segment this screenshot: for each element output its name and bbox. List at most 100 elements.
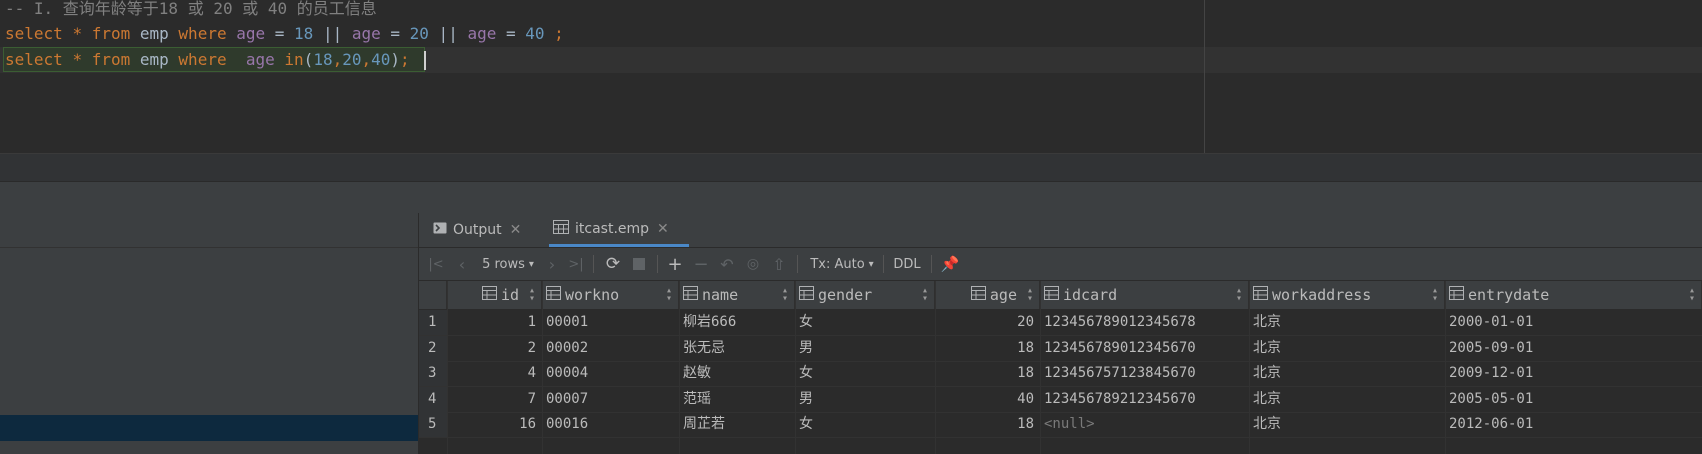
cell-id[interactable]: 4 [447,361,536,386]
sort-icon[interactable]: ▴ ▾ [1236,286,1242,304]
cell-id[interactable]: 16 [447,412,536,437]
sort-icon[interactable]: ▴ ▾ [1432,286,1438,304]
sort-icon[interactable]: ▴ ▾ [529,286,535,304]
add-row-icon[interactable]: + [663,248,687,280]
cell-workno[interactable]: 00001 [546,310,675,335]
ddl-button[interactable]: DDL [889,248,925,280]
sql-editor[interactable]: -- I. 查询年龄等于18 或 20 或 40 的员工信息 select * … [0,0,1702,153]
cell-id[interactable]: 1 [447,310,536,335]
cell-gender[interactable]: 女 [799,310,931,335]
row-number[interactable]: 4 [419,386,447,412]
cell-name[interactable]: 赵敏 [683,361,791,386]
row-number[interactable]: 3 [419,361,447,386]
cell-idcard[interactable]: <null> [1044,412,1245,437]
previous-page-icon[interactable]: ‹ [451,248,473,280]
grid-corner [419,281,447,309]
services-tree-panel[interactable] [0,213,419,454]
cell-workaddress[interactable]: 北京 [1253,387,1441,412]
cell-idcard[interactable]: 123456757123845670 [1044,361,1245,386]
cell-workno[interactable]: 00007 [546,387,675,412]
code-line-1[interactable]: select * from emp where age = 18 || age … [5,21,564,47]
sort-icon[interactable]: ▴ ▾ [666,286,672,304]
cell-gender[interactable]: 女 [799,412,931,437]
preview-changes-icon[interactable]: ◎ [741,248,765,280]
column-header-idcard[interactable]: idcard ▴ ▾ [1040,281,1249,309]
sort-icon[interactable]: ▴ ▾ [922,286,928,304]
revert-icon[interactable]: ↶ [715,248,739,280]
column-header-id[interactable]: id ▴ ▾ [447,281,542,309]
cell-gender[interactable]: 男 [799,387,931,412]
cell-entrydate[interactable]: 2005-05-01 [1449,387,1698,412]
code-token: 18 [313,50,333,69]
page-size-dropdown[interactable]: 5 rows ▾ [475,248,541,280]
column-header-gender[interactable]: gender ▴ ▾ [795,281,935,309]
stop-icon[interactable] [627,248,651,280]
column-header-name[interactable]: name ▴ ▾ [679,281,795,309]
cell-name[interactable]: 范瑶 [683,387,791,412]
cell-workno[interactable]: 00016 [546,412,675,437]
cell-workno[interactable]: 00002 [546,336,675,361]
row-number[interactable]: 2 [419,335,447,361]
table-row[interactable]: 5 16 00016 周芷若女 18 <null> 北京 2012-06-01 [419,412,1702,438]
cell-idcard[interactable]: 123456789012345678 [1044,310,1245,335]
cell-gender[interactable]: 男 [799,336,931,361]
refresh-icon[interactable]: ⟳ [601,248,625,280]
cell-workno[interactable]: 00004 [546,361,675,386]
row-number[interactable]: 1 [419,310,447,335]
cell-age[interactable]: 18 [935,336,1034,361]
sort-icon[interactable]: ▴ ▾ [1027,286,1033,304]
cell-name[interactable]: 张无忌 [683,336,791,361]
submit-icon[interactable]: ⇧ [767,248,791,280]
tab-output[interactable]: Output ✕ [433,213,521,247]
cell-age[interactable]: 40 [935,387,1034,412]
table-row[interactable]: 4 7 00007 范瑶男 40 123456789212345670 北京 2005-05-… [419,386,1702,413]
close-icon[interactable]: ✕ [510,222,522,238]
result-grid[interactable]: id ▴ ▾ workno ▴ ▾ name ▴ ▾ gender ▴ ▾ age ▴ ▾ idcard ▴ ▾ w… [419,281,1702,454]
code-token: age [245,50,275,69]
cell-idcard[interactable]: 123456789012345670 [1044,336,1245,361]
column-header-workaddress[interactable]: workaddress ▴ ▾ [1249,281,1445,309]
cell-workaddress[interactable]: 北京 [1253,336,1441,361]
cell-gender[interactable]: 女 [799,361,931,386]
column-label: id [500,286,519,304]
table-row[interactable]: 1 1 00001 柳岩666 女 20 123456789012345678 北京 2000-… [419,310,1702,336]
code-line-2[interactable]: select * from emp where age in(18,20,40)… [5,47,410,73]
cell-workaddress[interactable]: 北京 [1253,412,1441,437]
last-page-icon[interactable]: >| [565,248,587,280]
code-token: from [91,24,131,43]
cell-entrydate[interactable]: 2005-09-01 [1449,336,1698,361]
cell-age[interactable]: 18 [935,361,1034,386]
tree-selected-item[interactable] [0,415,418,441]
cell-age[interactable]: 20 [935,310,1034,335]
code-token: 20 [409,24,429,43]
sort-icon[interactable]: ▴ ▾ [1689,286,1695,304]
cell-workaddress[interactable]: 北京 [1253,310,1441,335]
cell-entrydate[interactable]: 2009-12-01 [1449,361,1698,386]
cell-age[interactable]: 18 [935,412,1034,437]
close-icon[interactable]: ✕ [657,221,669,237]
cell-id[interactable]: 7 [447,387,536,412]
cell-idcard[interactable]: 123456789212345670 [1044,387,1245,412]
cell-id[interactable]: 2 [447,336,536,361]
row-number[interactable]: 5 [419,412,447,437]
first-page-icon[interactable]: |< [425,248,447,280]
column-icon [1449,286,1464,304]
cell-entrydate[interactable]: 2000-01-01 [1449,310,1698,335]
pin-icon[interactable]: 📌 [937,248,963,280]
table-row[interactable]: 3 4 00004 赵敏女 18 123456757123845670 北京 2009-12-… [419,361,1702,387]
cell-name[interactable]: 周芷若 [683,412,791,437]
column-header-entrydate[interactable]: entrydate ▴ ▾ [1445,281,1702,309]
tab-result-emp[interactable]: itcast.emp ✕ [547,213,675,245]
delete-row-icon[interactable]: − [689,248,713,280]
column-header-workno[interactable]: workno ▴ ▾ [542,281,679,309]
table-row[interactable]: 2 2 00002 张无忌男 18 123456789012345670 北京 2005-09… [419,335,1702,362]
cell-entrydate[interactable]: 2012-06-01 [1449,412,1698,437]
transaction-mode-dropdown[interactable]: Tx: Auto ▾ [807,248,877,280]
text-caret [424,51,426,70]
cell-name[interactable]: 柳岩666 [683,310,791,335]
next-page-icon[interactable]: › [541,248,563,280]
column-label: gender [818,286,873,304]
column-header-age[interactable]: age ▴ ▾ [935,281,1040,309]
cell-workaddress[interactable]: 北京 [1253,361,1441,386]
sort-icon[interactable]: ▴ ▾ [782,286,788,304]
